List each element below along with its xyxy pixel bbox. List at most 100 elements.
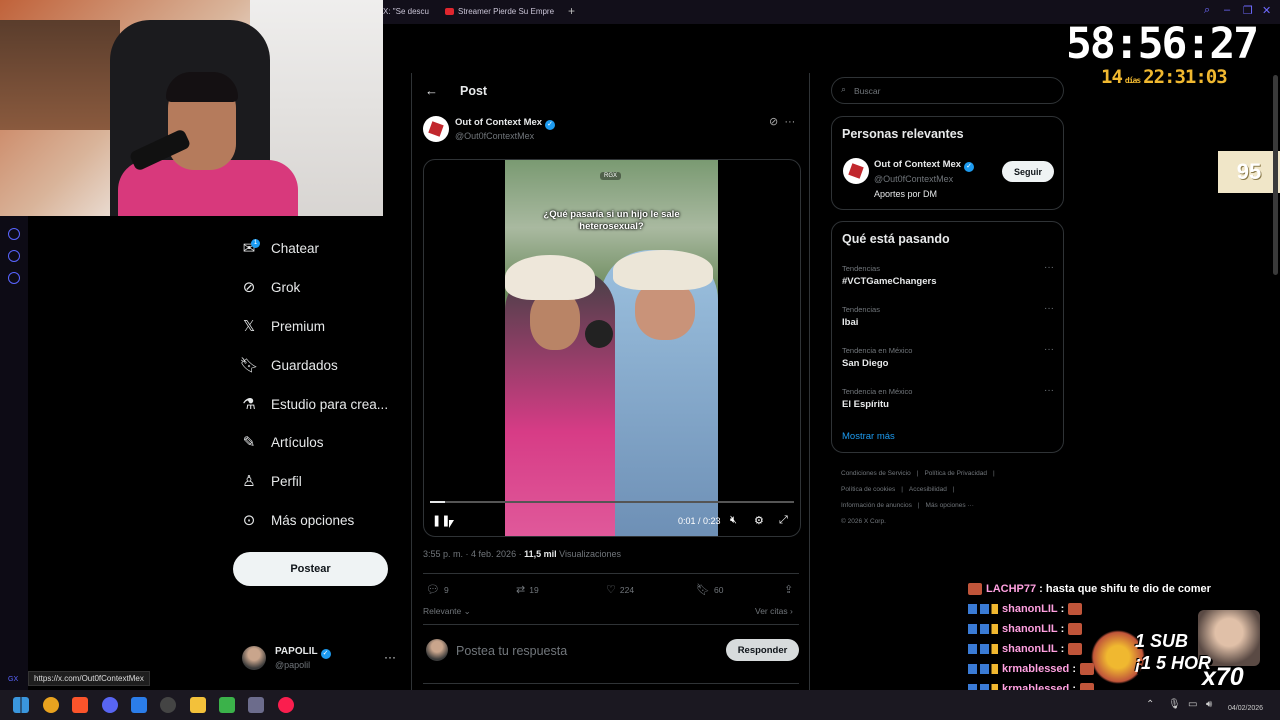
reply-action[interactable]: 💬︎ 9 [426, 583, 449, 596]
account-more-icon[interactable]: ··· [384, 650, 396, 664]
nav-item-creator-studio[interactable]: ⚗︎ Estudio para crea... [240, 392, 388, 416]
maximize-icon[interactable]: ❐ [1243, 4, 1253, 17]
footer-link[interactable]: Política de cookies [841, 486, 895, 493]
trend-item[interactable]: Tendencias Ibai ··· [842, 303, 1054, 328]
nav-item-more[interactable]: ⊙ Más opciones [240, 508, 355, 532]
footer-link[interactable]: Información de anuncios [841, 502, 912, 509]
show-more-link[interactable]: Mostrar más [842, 431, 895, 442]
nav-item-bookmarks[interactable]: 🔖︎ Guardados [239, 353, 337, 377]
person-icon: ♙ [242, 473, 256, 490]
search-icon: ⌕ [841, 84, 847, 94]
author-handle[interactable]: @Out0fContextMex [455, 131, 534, 141]
app-icon[interactable] [43, 697, 59, 713]
quotes-link[interactable]: Ver citas › [755, 606, 793, 616]
separator: | [992, 470, 995, 477]
share-action[interactable]: ⇪ [784, 583, 793, 596]
opera-gx-icon[interactable] [278, 697, 294, 713]
app-icon[interactable] [248, 697, 264, 713]
post-button[interactable]: Postear [233, 552, 388, 586]
more-icon[interactable]: ··· [784, 116, 795, 128]
discord-icon[interactable] [102, 697, 118, 713]
more-icon[interactable]: ··· [1044, 262, 1054, 273]
bookmark-action[interactable]: 🔖︎ 60 [696, 583, 723, 596]
footer-links: Condiciones de Servicio | Política de Priv… [841, 466, 1051, 530]
back-arrow-icon[interactable]: ← [425, 83, 438, 98]
divider [423, 683, 799, 684]
follow-button[interactable]: Seguir [1002, 161, 1054, 182]
settings-icon[interactable] [8, 272, 20, 284]
tab-x-post[interactable]: X: "Se descu [383, 4, 429, 20]
emote-icon [1068, 623, 1083, 635]
trend-category: Tendencias [842, 305, 880, 314]
relevant-bio: Aportes por DM [874, 189, 938, 199]
nav-item-premium[interactable]: 𝕏 Premium [240, 314, 325, 338]
search-input[interactable] [854, 83, 1054, 99]
repost-action[interactable]: ⇄ 19 [516, 583, 539, 596]
chevron-up-icon[interactable]: ⌃ [1146, 699, 1154, 710]
footer-link[interactable]: Más opciones ··· [926, 502, 974, 509]
nav-item-chat[interactable]: ✉ 1 Chatear [240, 236, 319, 260]
tab-youtube[interactable]: Streamer Pierde Su Empre [445, 4, 554, 20]
like-action[interactable]: ♡ 224 [606, 583, 634, 596]
avatar [242, 646, 266, 670]
pause-icon[interactable]: ❚❚ [432, 514, 450, 527]
video-progress-bar[interactable] [430, 501, 794, 503]
settings-icon[interactable]: ⚙ [754, 514, 764, 527]
trend-category: Tendencias [842, 264, 880, 273]
search-box[interactable]: ⌕ [831, 77, 1064, 104]
chat-message: LACHP77 : hasta que shifu te dio de come… [968, 580, 1211, 598]
video-player[interactable]: RGX ¿Qué pasaría si un hijo le sale hete… [423, 159, 801, 537]
panel-title: Qué está pasando [842, 232, 950, 246]
main-column: ← Post Out of Context Mex ✓ @Out0fContext… [411, 73, 810, 690]
windows-start-icon[interactable] [13, 697, 29, 713]
trend-item[interactable]: Tendencia en México San Diego ··· [842, 344, 1054, 369]
nav-item-profile[interactable]: ♙ Perfil [240, 469, 302, 493]
volume-icon[interactable]: 🔊︎ [1206, 699, 1212, 710]
trend-item[interactable]: Tendencias #VCTGameChangers ··· [842, 262, 1054, 287]
trend-item[interactable]: Tendencia en México El Espíritu ··· [842, 385, 1054, 410]
reply-button[interactable]: Responder [726, 639, 799, 661]
more-icon[interactable]: ··· [1044, 344, 1054, 355]
messenger-icon[interactable] [8, 250, 20, 262]
nav-item-articles[interactable]: ✎ Artículos [240, 430, 324, 454]
monitor-icon[interactable]: ▭ [1188, 699, 1197, 710]
trend-name: #VCTGameChangers [842, 276, 937, 287]
nav-item-grok[interactable]: ⊘ Grok [240, 275, 301, 299]
emote-icon [1068, 643, 1083, 655]
brave-icon[interactable] [72, 697, 88, 713]
grok-icon[interactable]: ⊘ [769, 116, 778, 128]
mic-icon[interactable]: 🎙︎ [1168, 699, 1181, 710]
avatar[interactable] [843, 158, 869, 184]
sort-dropdown[interactable]: Relevante ⌄ [423, 606, 471, 617]
scrollbar[interactable] [1270, 75, 1280, 275]
relevant-name[interactable]: Out of Context Mex ✓ [874, 159, 975, 172]
author-name[interactable]: Out of Context Mex ✓ [455, 117, 556, 130]
video-watermark: RGX [600, 172, 622, 180]
notification-badge: 1 [251, 239, 260, 248]
gamepad-icon[interactable] [219, 697, 235, 713]
author-avatar[interactable] [423, 116, 449, 142]
reply-input[interactable] [456, 641, 706, 661]
close-icon[interactable]: ✕ [1262, 4, 1271, 17]
nav-label: Perfil [271, 473, 302, 489]
badge-icons [968, 624, 998, 634]
webcam-background [0, 20, 120, 130]
account-switcher[interactable]: PAPOLIL ✓ @papolil ··· [242, 644, 402, 674]
separator: | [901, 486, 903, 493]
footer-link[interactable]: Condiciones de Servicio [841, 470, 911, 477]
footer-link[interactable]: Accesibilidad [909, 486, 947, 493]
fullscreen-icon[interactable]: ⤢ [779, 514, 788, 527]
folder-icon[interactable] [190, 697, 206, 713]
search-icon[interactable]: ⌕ [1204, 4, 1210, 17]
store-icon[interactable] [131, 697, 147, 713]
history-icon[interactable] [8, 228, 20, 240]
obs-icon[interactable] [160, 697, 176, 713]
new-tab-button[interactable]: + [568, 4, 575, 18]
footer-link[interactable]: Política de Privacidad [924, 470, 987, 477]
volume-icon[interactable]: 🔇︎ [730, 514, 737, 527]
chat-message: shanonLIL : [968, 620, 1083, 638]
badge-icons [968, 644, 998, 654]
more-icon[interactable]: ··· [1044, 385, 1054, 396]
more-icon[interactable]: ··· [1044, 303, 1054, 314]
minimize-icon[interactable]: – [1224, 4, 1230, 16]
